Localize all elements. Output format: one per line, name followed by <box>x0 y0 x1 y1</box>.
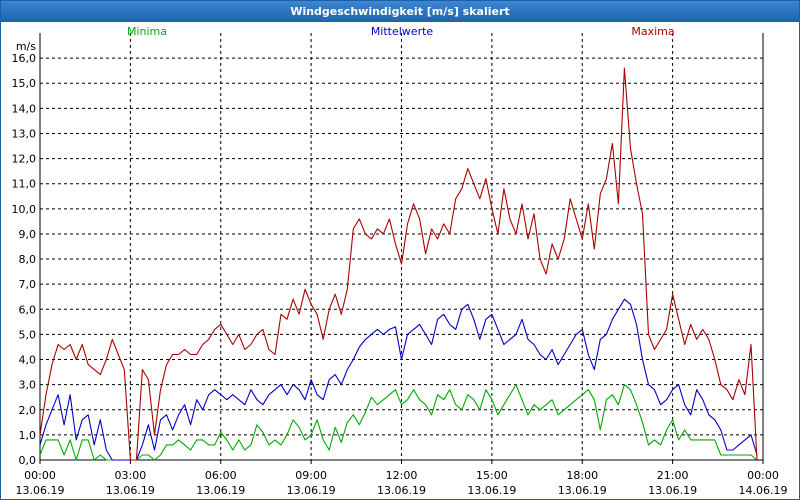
chart-grid <box>40 33 763 460</box>
x-tick-time: 00:00 <box>24 469 56 482</box>
x-tick-time: 00:00 <box>747 469 779 482</box>
wind-speed-chart: 0,0 1,0 2,0 3,0 4,0 5,0 6,0 7,0 8,0 9,0 10,0 11,0 12… <box>12 25 788 497</box>
legend-entry-mittelwerte: Mittelwerte <box>371 25 434 38</box>
x-tick-time: 09:00 <box>295 469 327 482</box>
y-tick-label: 1,0 <box>19 429 37 442</box>
x-tick-date: 13.06.19 <box>467 484 516 497</box>
y-axis-label: m/s <box>16 40 36 53</box>
y-tick-label: 10,0 <box>12 203 37 216</box>
y-tick-label: 5,0 <box>19 328 37 341</box>
y-tick-label: 8,0 <box>19 253 37 266</box>
x-tick-time: 15:00 <box>476 469 508 482</box>
x-tick-time: 03:00 <box>115 469 147 482</box>
x-tick-date: 13.06.19 <box>558 484 607 497</box>
y-tick-label: 6,0 <box>19 303 37 316</box>
y-tick-label: 13,0 <box>12 127 37 140</box>
x-tick-date: 13.06.19 <box>648 484 697 497</box>
y-tick-label: 4,0 <box>19 354 37 367</box>
series-lines <box>39 67 758 461</box>
y-tick-label: 3,0 <box>19 379 37 392</box>
x-tick-time: 21:00 <box>657 469 689 482</box>
legend-entry-maxima: Maxima <box>631 25 674 38</box>
y-tick-label: 16,0 <box>12 52 37 65</box>
x-tick-date: 13.06.19 <box>106 484 155 497</box>
x-tick-date: 14.06.19 <box>739 484 788 497</box>
x-tick-date: 13.06.19 <box>377 484 426 497</box>
y-tick-label: 12,0 <box>12 153 37 166</box>
x-tick-date: 13.06.19 <box>196 484 245 497</box>
x-tick-labels: 00:00 13.06.19 03:00 13.06.19 06:00 13.06.19 0… <box>16 469 788 497</box>
y-tick-label: 0,0 <box>19 454 37 467</box>
y-tick-label: 7,0 <box>19 278 37 291</box>
series-line-minima <box>39 384 758 461</box>
x-tick-time: 18:00 <box>566 469 598 482</box>
legend: Minima Mittelwerte Maxima <box>127 25 675 38</box>
x-tick-date: 13.06.19 <box>287 484 336 497</box>
y-tick-label: 11,0 <box>12 178 37 191</box>
y-tick-label: 15,0 <box>12 77 37 90</box>
series-line-mittelwerte <box>39 298 758 461</box>
legend-entry-minima: Minima <box>127 25 167 38</box>
y-tick-label: 14,0 <box>12 102 37 115</box>
x-tick-time: 06:00 <box>205 469 237 482</box>
y-tick-label: 2,0 <box>19 404 37 417</box>
y-tick-labels: 0,0 1,0 2,0 3,0 4,0 5,0 6,0 7,0 8,0 9,0 10,0 11,0 12… <box>12 40 37 467</box>
y-tick-label: 9,0 <box>19 228 37 241</box>
series-line-maxima <box>39 67 758 461</box>
x-tick-date: 13.06.19 <box>16 484 65 497</box>
x-tick-time: 12:00 <box>386 469 418 482</box>
